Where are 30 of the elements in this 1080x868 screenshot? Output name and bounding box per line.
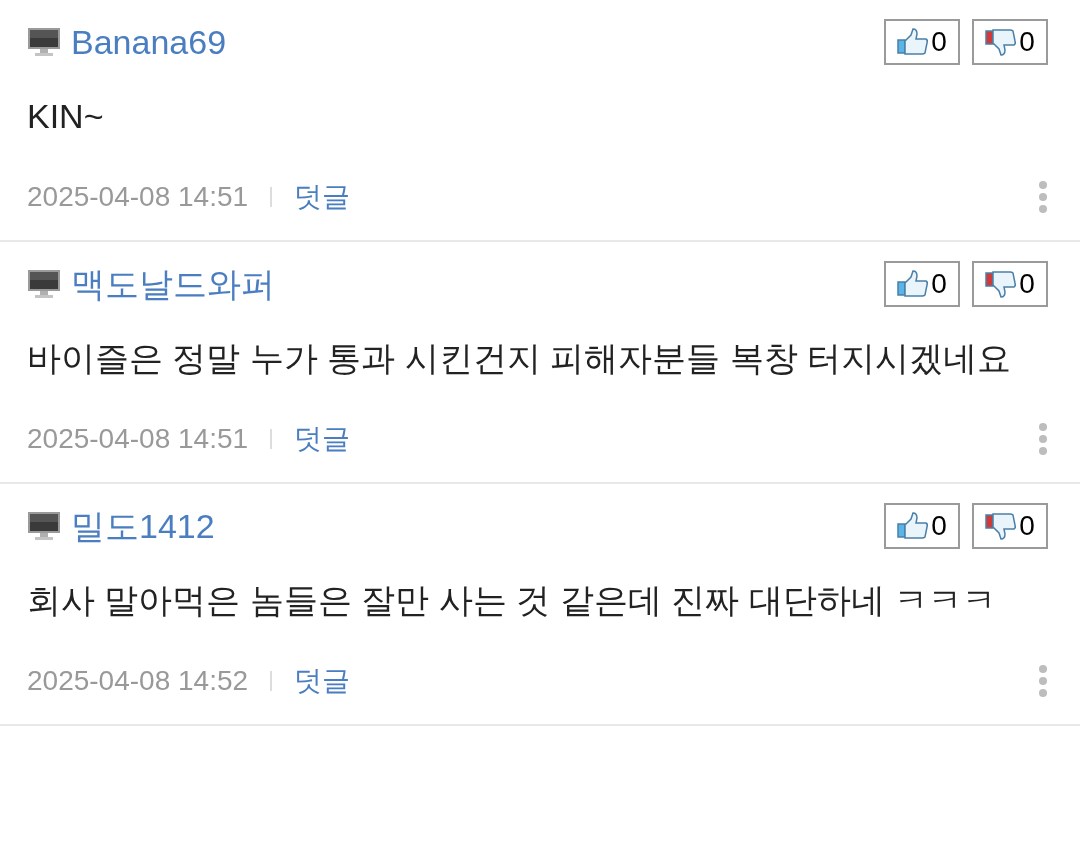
comment-time: 2025-04-08 14:52	[27, 664, 249, 698]
dislike-button[interactable]: 0	[972, 261, 1048, 307]
comment-text: 바이즐은 정말 누가 통과 시킨건지 피해자분들 복창 터지시겠네요	[27, 338, 1013, 379]
more-options-icon[interactable]	[1038, 180, 1048, 214]
thumbs-up-icon	[897, 270, 930, 298]
author-name[interactable]: 밀도1412	[71, 509, 215, 543]
like-button[interactable]: 0	[884, 503, 960, 549]
reply-link[interactable]: 덧글	[294, 660, 351, 702]
dislike-button[interactable]: 0	[972, 19, 1048, 65]
comment-text: KIN~	[27, 96, 105, 137]
comment-text: 회사 말아먹은 놈들은 잘만 사는 것 같은데 진짜 대단하네 ㅋㅋㅋ	[27, 580, 998, 621]
more-options-icon[interactable]	[1038, 422, 1048, 456]
monitor-icon	[27, 269, 61, 299]
dislike-button[interactable]: 0	[972, 503, 1048, 549]
author-name[interactable]: Banana69	[71, 25, 227, 59]
reply-link[interactable]: 덧글	[294, 418, 351, 460]
author-name[interactable]: 맥도날드와퍼	[71, 267, 275, 301]
monitor-icon	[27, 27, 61, 57]
monitor-icon	[27, 511, 61, 541]
like-button[interactable]: 0	[884, 19, 960, 65]
more-options-icon[interactable]	[1038, 664, 1048, 698]
thumbs-down-icon	[985, 28, 1018, 56]
thumbs-up-icon	[897, 512, 930, 540]
comment-time: 2025-04-08 14:51	[27, 422, 249, 456]
like-button[interactable]: 0	[884, 261, 960, 307]
thumbs-down-icon	[985, 512, 1018, 540]
thumbs-down-icon	[985, 270, 1018, 298]
thumbs-up-icon	[897, 28, 930, 56]
comment-time: 2025-04-08 14:51	[27, 180, 249, 214]
reply-link[interactable]: 덧글	[294, 176, 351, 218]
